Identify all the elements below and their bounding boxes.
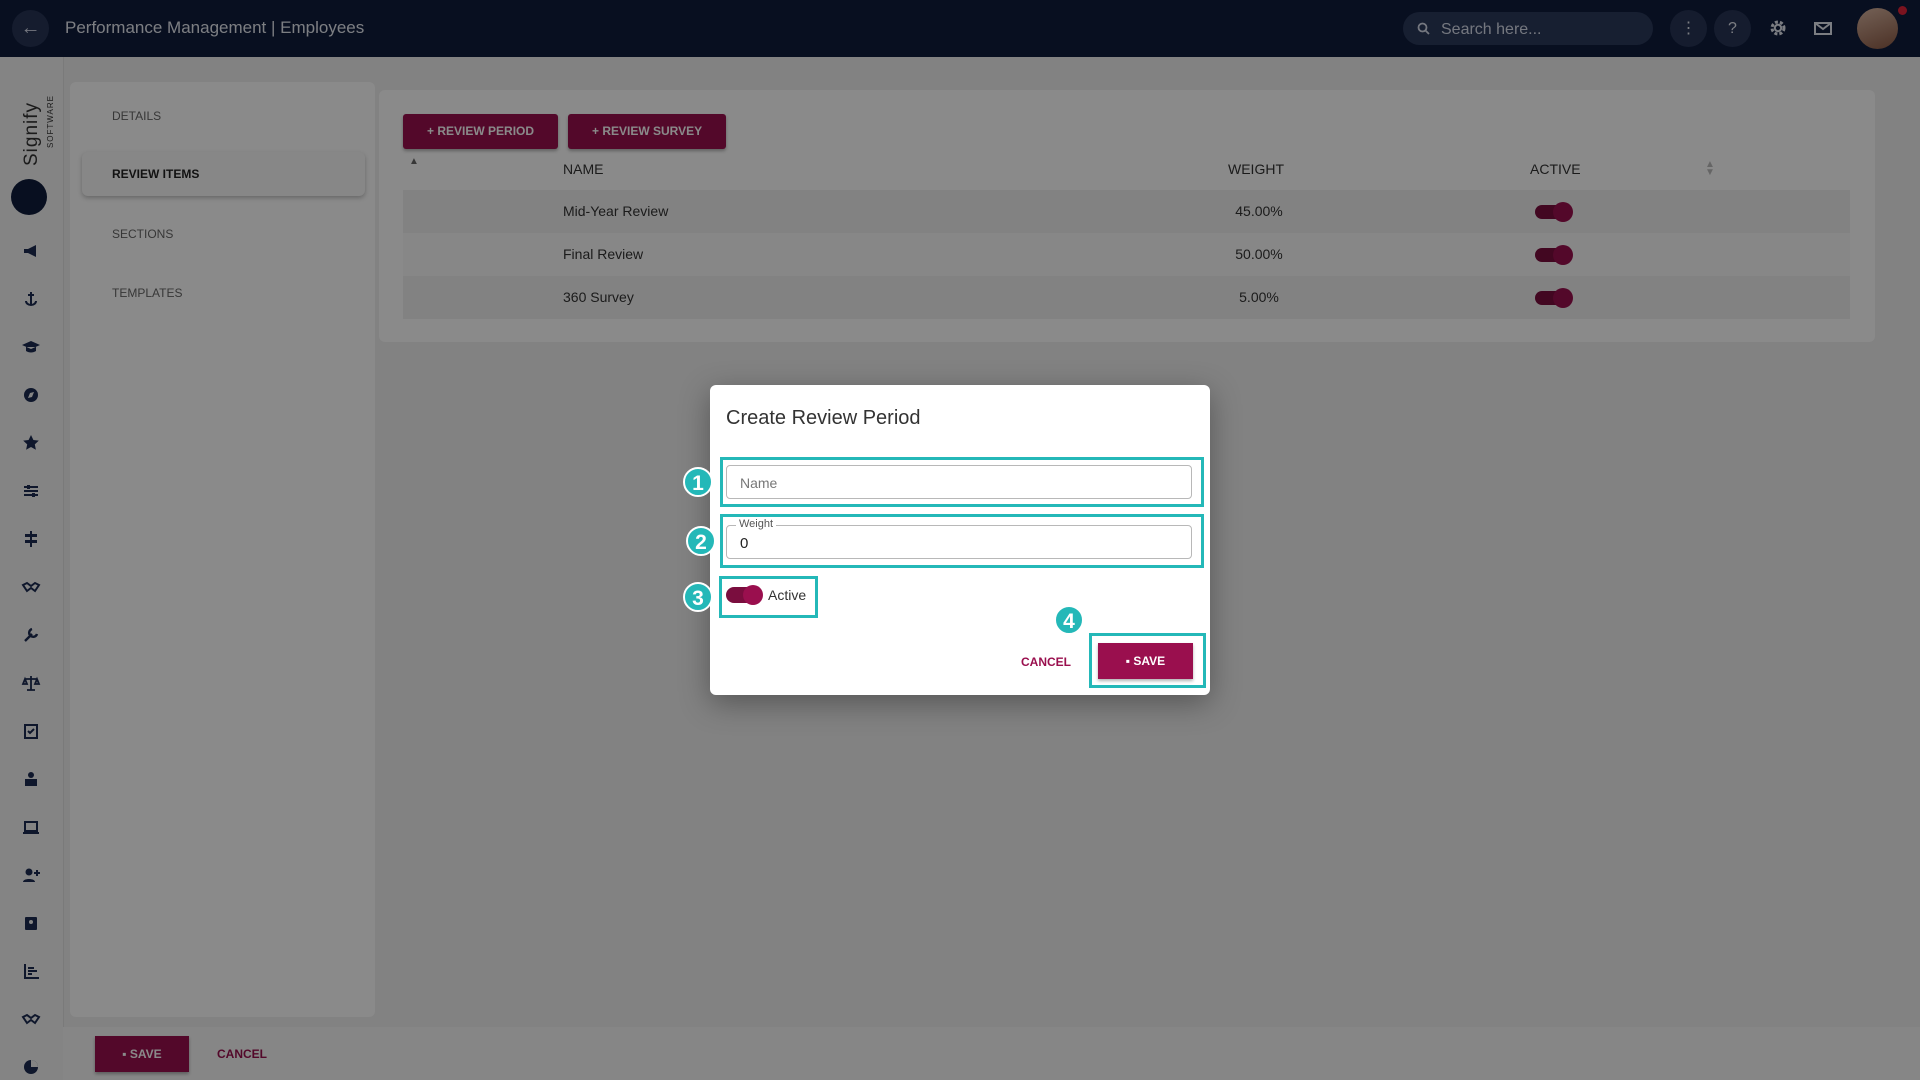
dialog-cancel-button[interactable]: CANCEL xyxy=(1021,655,1071,669)
highlight-name-field xyxy=(720,457,1204,507)
step-badge-3: 3 xyxy=(683,582,713,612)
step-badge-2: 2 xyxy=(686,526,716,556)
dialog-title: Create Review Period xyxy=(726,407,921,429)
step-badge-1: 1 xyxy=(683,467,713,497)
highlight-weight-field xyxy=(720,514,1204,568)
highlight-save-button xyxy=(1089,633,1206,688)
step-badge-4: 4 xyxy=(1054,605,1084,635)
highlight-active-toggle xyxy=(719,576,818,618)
